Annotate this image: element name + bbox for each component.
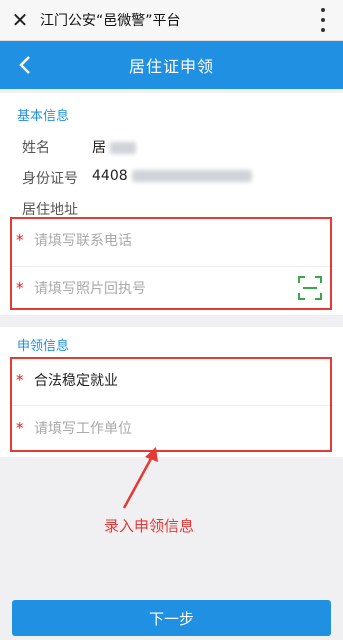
annotation-text: 录入申领信息 — [104, 517, 195, 535]
next-step-button[interactable]: 下一步 — [12, 600, 331, 636]
annotation-arrow — [122, 447, 158, 509]
